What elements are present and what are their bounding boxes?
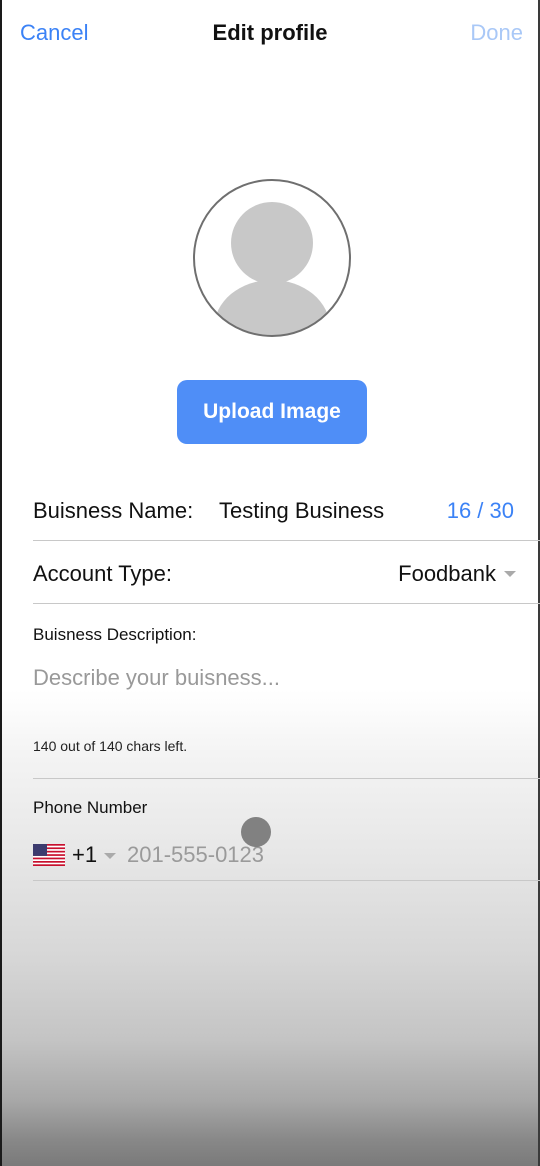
account-type-dropdown[interactable]: Foodbank: [398, 561, 516, 587]
divider: [33, 880, 540, 881]
account-type-label: Account Type:: [33, 561, 173, 586]
upload-image-button[interactable]: Upload Image: [177, 380, 367, 444]
phone-number-label: Phone Number: [33, 798, 148, 817]
person-placeholder-icon: [193, 179, 351, 337]
divider: [33, 540, 540, 541]
business-name-input[interactable]: Testing Business: [219, 498, 384, 524]
us-flag-icon[interactable]: [33, 844, 65, 866]
description-char-counter: 140 out of 140 chars left.: [33, 738, 188, 754]
phone-number-input[interactable]: 201-555-0123: [127, 842, 264, 868]
screen-left-edge: [0, 0, 2, 1166]
divider: [33, 603, 540, 604]
profile-avatar[interactable]: [192, 178, 352, 338]
chevron-down-icon: [104, 853, 116, 859]
account-type-value: Foodbank: [398, 561, 496, 586]
country-code-selector[interactable]: +1: [72, 842, 97, 868]
divider: [33, 778, 540, 779]
done-button[interactable]: Done: [470, 20, 523, 46]
page-title: Edit profile: [212, 20, 328, 45]
navigation-bar: Cancel Edit profile Done: [0, 0, 540, 70]
touch-indicator: [241, 817, 271, 847]
description-label: Buisness Description:: [33, 625, 197, 644]
chevron-down-icon: [504, 571, 516, 577]
business-name-label: Buisness Name:: [33, 498, 194, 523]
description-input[interactable]: Describe your buisness...: [33, 665, 513, 691]
business-name-counter: 16 / 30: [446, 498, 514, 523]
